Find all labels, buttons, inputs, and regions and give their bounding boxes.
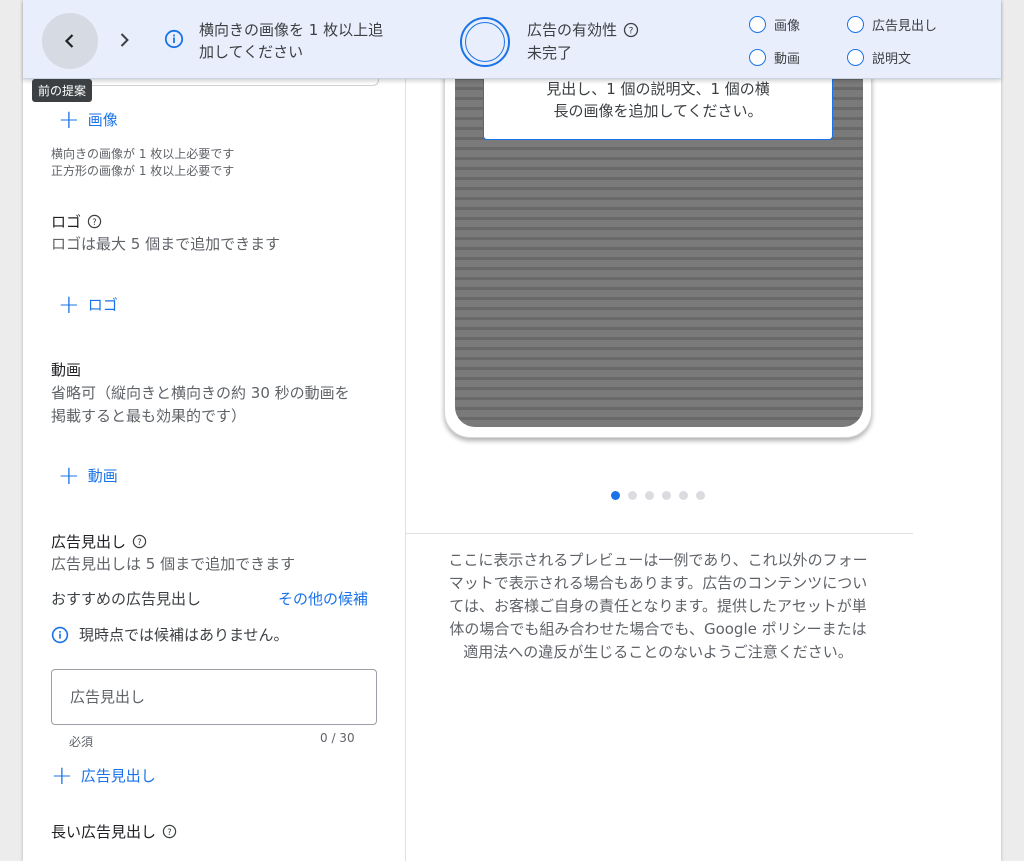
pagination-dot[interactable] bbox=[696, 491, 705, 500]
disclaimer-line: ここに表示されるプレビューは一例であり、これ以外のフォー bbox=[448, 551, 868, 569]
more-suggestions-link[interactable]: その他の候補 bbox=[278, 588, 368, 609]
video-description: 掲載すると最も効果的です） bbox=[51, 407, 247, 425]
image-requirement: 正方形の画像が 1 枚以上必要です bbox=[51, 164, 235, 178]
ad-strength-title: 広告の有効性 ? bbox=[527, 19, 639, 40]
checklist-label: 説明文 bbox=[872, 52, 912, 67]
preview-message-card: 見出し、1 個の説明文、1 個の横 長の画像を追加してください。 bbox=[483, 70, 833, 140]
add-image-label: 画像 bbox=[87, 111, 118, 129]
suggestion-message-line: 横向きの画像を 1 枚以上追 bbox=[199, 21, 384, 39]
pagination-dot[interactable] bbox=[662, 491, 671, 500]
add-headline-button[interactable]: + 広告見出し bbox=[51, 760, 156, 791]
checklist-label: 動画 bbox=[774, 52, 801, 67]
disclaimer-line: 適用法への違反が生じることのないようご注意ください。 bbox=[463, 643, 853, 661]
checklist-label: 広告見出し bbox=[872, 19, 938, 34]
previous-suggestion-tooltip: 前の提案 bbox=[32, 79, 93, 102]
add-logo-label: ロゴ bbox=[87, 296, 118, 314]
next-suggestion-button[interactable] bbox=[109, 25, 139, 55]
character-counter: 0 / 30 bbox=[320, 731, 355, 745]
suggestion-message: 横向きの画像を 1 枚以上追 加してください bbox=[199, 19, 419, 63]
long-headline-title-label: 長い広告見出し bbox=[51, 823, 157, 841]
ad-strength-status: 未完了 bbox=[527, 44, 573, 62]
add-video-label: 動画 bbox=[87, 467, 118, 485]
chevron-right-icon bbox=[120, 33, 129, 47]
pagination-dot[interactable] bbox=[645, 491, 654, 500]
help-icon[interactable]: ? bbox=[132, 534, 147, 549]
unchecked-circle-icon bbox=[847, 49, 864, 66]
long-headline-section-title: 長い広告見出し ? bbox=[51, 821, 177, 842]
checklist-item-headline: 広告見出し bbox=[847, 15, 937, 34]
headline-section-title: 広告見出し ? bbox=[51, 531, 147, 552]
image-requirement: 横向きの画像が 1 枚以上必要です bbox=[51, 147, 235, 161]
help-icon[interactable]: ? bbox=[87, 214, 102, 229]
checklist-item-image: 画像 bbox=[749, 15, 800, 34]
add-video-button[interactable]: + 動画 bbox=[58, 460, 118, 491]
logo-description: ロゴは最大 5 個まで追加できます bbox=[51, 235, 281, 253]
logo-title-label: ロゴ bbox=[51, 213, 82, 231]
add-image-button[interactable]: + 画像 bbox=[58, 104, 118, 135]
ad-strength-meter bbox=[460, 17, 510, 67]
preview-message-line: 見出し、1 個の説明文、1 個の横 bbox=[546, 80, 770, 98]
help-icon[interactable]: ? bbox=[623, 22, 639, 38]
svg-text:?: ? bbox=[137, 537, 141, 547]
checklist-item-description: 説明文 bbox=[847, 48, 911, 67]
pagination-dot[interactable] bbox=[611, 491, 620, 500]
video-title-label: 動画 bbox=[51, 361, 82, 379]
headline-description: 広告見出しは 5 個まで追加できます bbox=[51, 555, 296, 573]
unchecked-circle-icon bbox=[749, 16, 766, 33]
suggestion-bar: 横向きの画像を 1 枚以上追 加してください 広告の有効性 ? 未完了 画像 広… bbox=[23, 0, 1001, 79]
plus-icon: + bbox=[58, 460, 80, 491]
ad-strength-label: 広告の有効性 bbox=[527, 21, 618, 39]
checklist-label: 画像 bbox=[774, 19, 801, 34]
plus-icon: + bbox=[58, 289, 80, 320]
previous-suggestion-button[interactable] bbox=[42, 13, 98, 69]
no-suggestions-notice: 現時点では候補はありません。 bbox=[51, 624, 289, 645]
preview-divider bbox=[405, 533, 913, 534]
unchecked-circle-icon bbox=[749, 49, 766, 66]
svg-text:?: ? bbox=[167, 827, 171, 837]
pagination-dot[interactable] bbox=[628, 491, 637, 500]
plus-icon: + bbox=[58, 104, 80, 135]
plus-icon: + bbox=[51, 760, 73, 791]
logo-section-title: ロゴ ? bbox=[51, 211, 102, 232]
disclaimer-line: ては、お客様ご自身の責任となります。提供したアセットが単 bbox=[449, 597, 867, 615]
info-icon bbox=[164, 29, 184, 49]
add-headline-label: 広告見出し bbox=[80, 767, 156, 785]
headline-input[interactable] bbox=[51, 669, 377, 725]
required-hint: 必須 bbox=[69, 735, 94, 749]
no-suggestions-text: 現時点では候補はありません。 bbox=[79, 626, 289, 644]
headline-title-label: 広告見出し bbox=[51, 533, 127, 551]
checklist-item-video: 動画 bbox=[749, 48, 800, 67]
disclaimer-line: 体の場合でも組み合わせた場合でも、Google ポリシーまたは bbox=[449, 620, 867, 638]
info-icon bbox=[51, 626, 69, 643]
disclaimer-line: マットで表示される場合もあります。広告のコンテンツについ bbox=[448, 574, 868, 592]
column-divider bbox=[405, 78, 406, 861]
preview-message-line: 長の画像を追加してください。 bbox=[553, 102, 763, 120]
unchecked-circle-icon bbox=[847, 16, 864, 33]
help-icon[interactable]: ? bbox=[162, 824, 177, 839]
preview-pagination bbox=[611, 491, 705, 500]
svg-text:?: ? bbox=[629, 26, 634, 36]
preview-disclaimer: ここに表示されるプレビューは一例であり、これ以外のフォー マットで表示される場合も… bbox=[422, 549, 894, 664]
svg-text:?: ? bbox=[92, 217, 96, 227]
recommended-headlines-label: おすすめの広告見出し bbox=[51, 590, 202, 608]
pagination-dot[interactable] bbox=[679, 491, 688, 500]
add-logo-button[interactable]: + ロゴ bbox=[58, 289, 118, 320]
video-section-title: 動画 bbox=[51, 359, 81, 380]
suggestion-message-line: 加してください bbox=[199, 43, 304, 61]
video-description: 省略可（縦向きと横向きの約 30 秒の動画を bbox=[51, 384, 350, 402]
chevron-left-icon bbox=[64, 34, 74, 48]
